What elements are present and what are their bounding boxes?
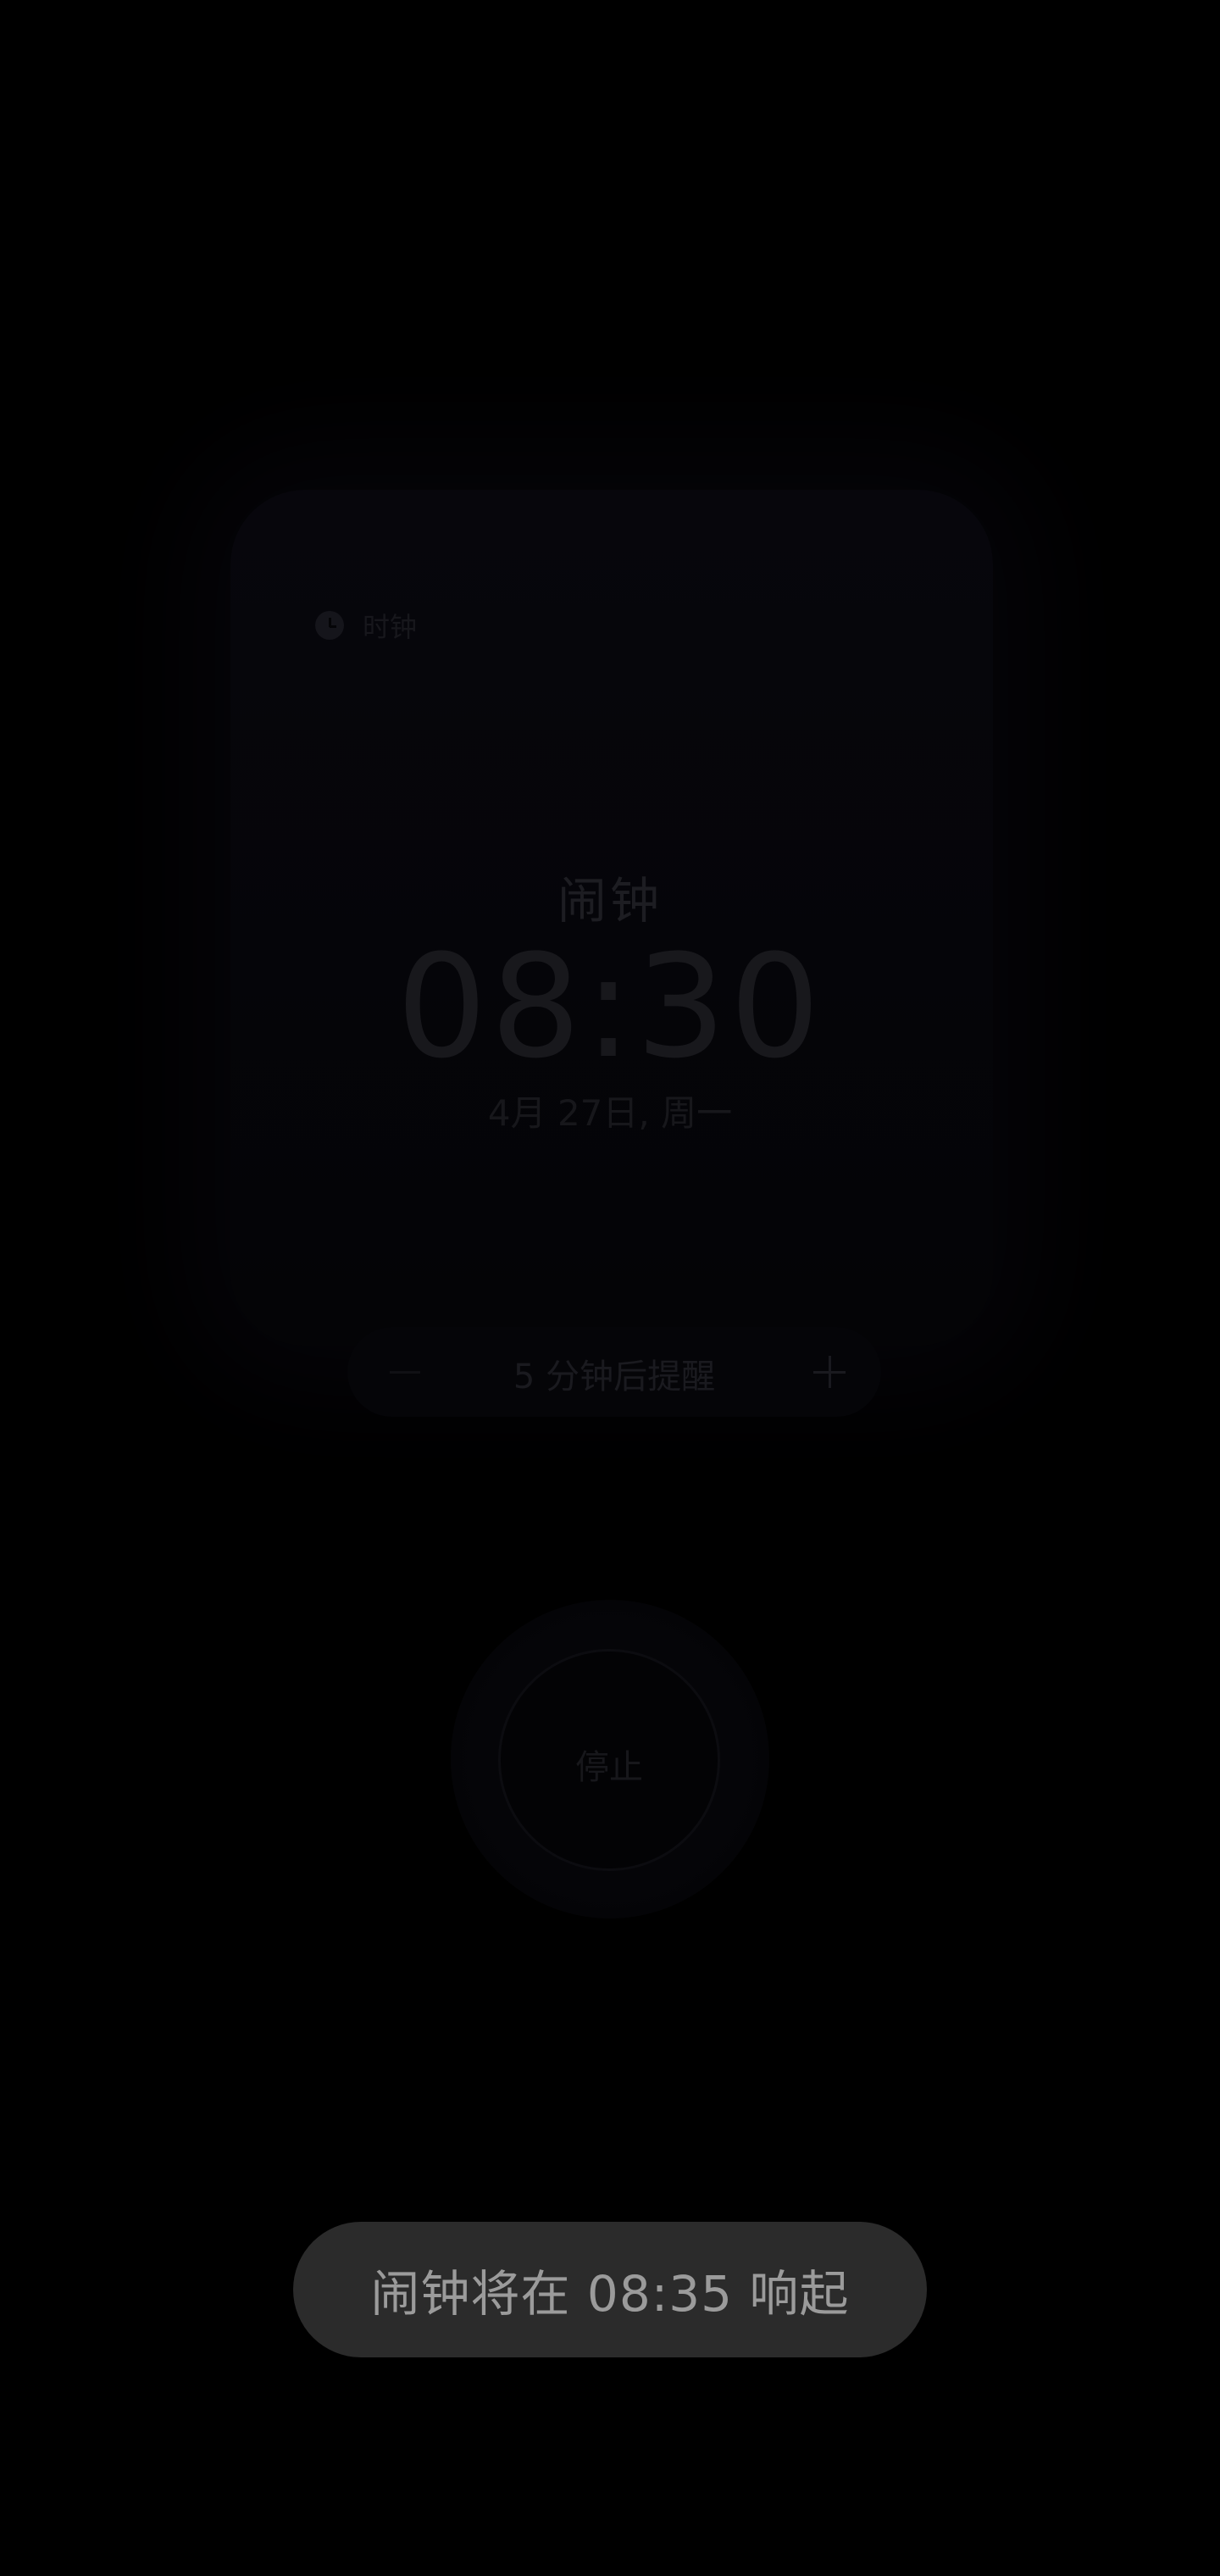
stop-button[interactable]: 停止 xyxy=(498,1649,720,1871)
alarm-date: 4月 27日, 周一 xyxy=(487,1092,733,1134)
stop-label: 停止 xyxy=(575,1748,643,1787)
alarm-title: 闹钟 xyxy=(557,872,663,930)
alarm-time: 08:30 xyxy=(396,924,824,1090)
snooze-toast: 闹钟将在 08:35 响起 xyxy=(293,2222,927,2357)
toast-text: 闹钟将在 08:35 响起 xyxy=(370,2265,850,2323)
snooze-button[interactable]: 5 分钟后提醒 xyxy=(347,1349,881,1398)
app-header: 时钟 xyxy=(315,607,417,644)
alarm-screen: 时钟 闹钟 08:30 4月 27日, 周一 5 分钟后提醒 停止 闹钟将在 0… xyxy=(0,0,1220,2576)
plus-icon[interactable] xyxy=(813,1356,846,1388)
app-name: 时钟 xyxy=(363,611,418,643)
snooze-bar: 5 分钟后提醒 xyxy=(347,1327,881,1417)
clock-icon xyxy=(315,611,344,640)
